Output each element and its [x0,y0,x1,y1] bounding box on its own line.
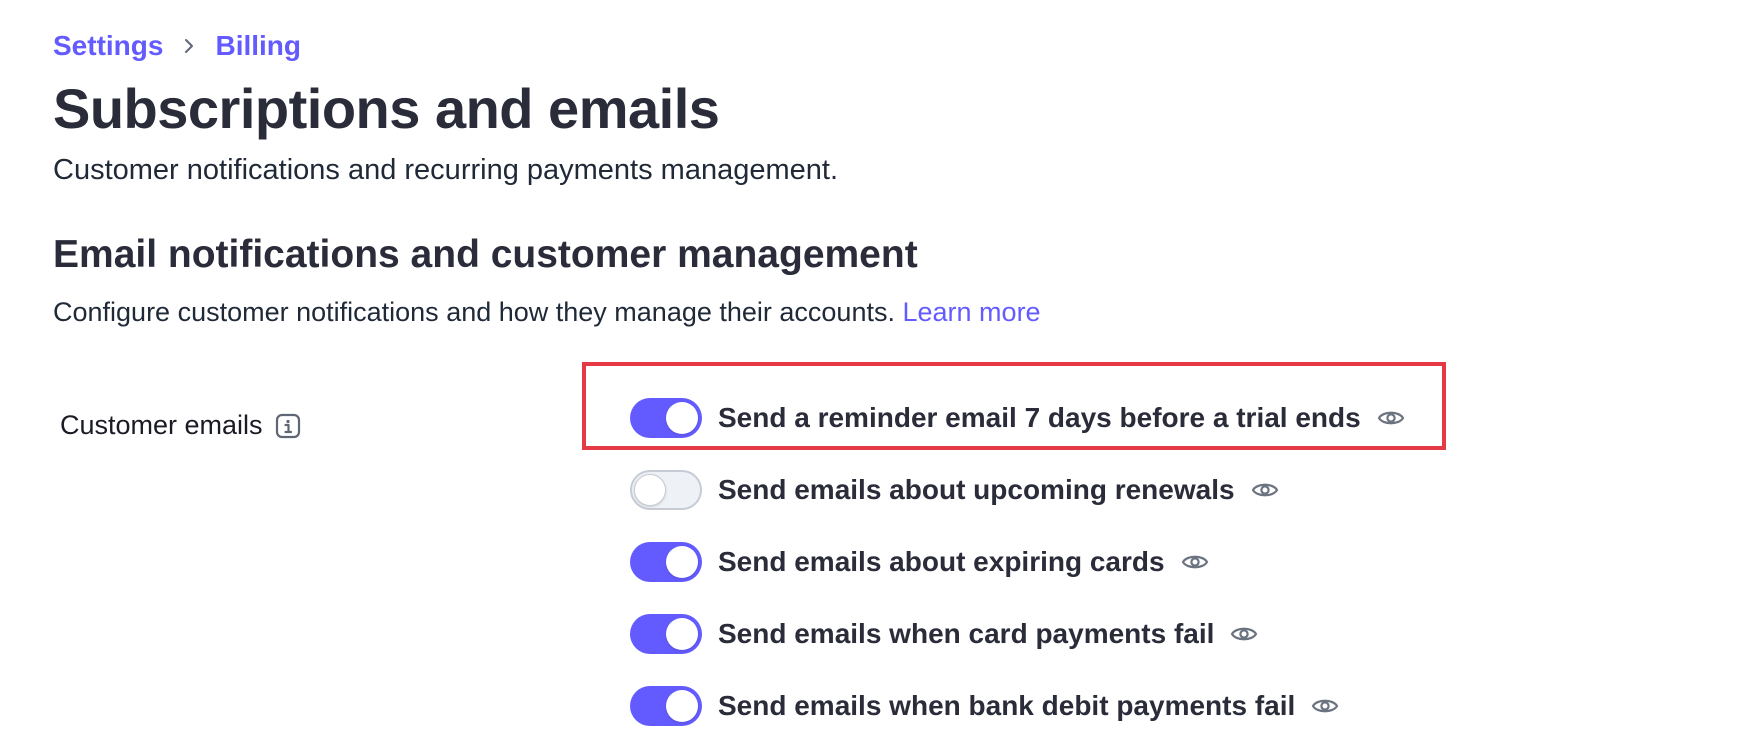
customer-emails-options: Send a reminder email 7 days before a tr… [630,396,1405,756]
toggle-knob [666,690,698,722]
toggle-card-payments-fail[interactable] [630,614,702,654]
option-label: Send a reminder email 7 days before a tr… [718,402,1361,433]
option-label: Send emails about expiring cards [718,546,1165,577]
toggle-upcoming-renewals[interactable] [630,470,702,510]
page-subtitle: Customer notifications and recurring pay… [53,154,838,186]
page-title: Subscriptions and emails [53,77,720,140]
toggle-trial-reminder[interactable] [630,398,702,438]
eye-icon[interactable] [1181,551,1209,573]
customer-emails-label: Customer emails [60,410,301,441]
eye-icon[interactable] [1311,695,1339,717]
option-bank-debit-fail: Send emails when bank debit payments fai… [630,684,1405,728]
info-icon[interactable] [275,413,301,439]
learn-more-link[interactable]: Learn more [903,297,1041,327]
breadcrumb-settings-link[interactable]: Settings [53,30,163,62]
option-trial-reminder: Send a reminder email 7 days before a tr… [630,396,1405,440]
option-label: Send emails when card payments fail [718,618,1215,649]
option-label: Send emails about upcoming renewals [718,474,1235,505]
option-label: Send emails when bank debit payments fai… [718,690,1296,721]
toggle-knob [666,402,698,434]
eye-icon[interactable] [1251,479,1279,501]
breadcrumb-billing-link[interactable]: Billing [215,30,301,62]
eye-icon[interactable] [1230,623,1258,645]
toggle-bank-debit-fail[interactable] [630,686,702,726]
option-card-payments-fail: Send emails when card payments fail [630,612,1405,656]
section-title: Email notifications and customer managem… [53,233,918,276]
section-description: Configure customer notifications and how… [53,297,1041,328]
eye-icon[interactable] [1377,407,1405,429]
toggle-knob [634,474,666,506]
option-upcoming-renewals: Send emails about upcoming renewals [630,468,1405,512]
toggle-expiring-cards[interactable] [630,542,702,582]
breadcrumb: Settings Billing [53,30,301,62]
chevron-right-icon [181,38,197,54]
customer-emails-label-text: Customer emails [60,410,263,440]
toggle-knob [666,546,698,578]
section-description-text: Configure customer notifications and how… [53,297,895,327]
toggle-knob [666,618,698,650]
option-expiring-cards: Send emails about expiring cards [630,540,1405,584]
